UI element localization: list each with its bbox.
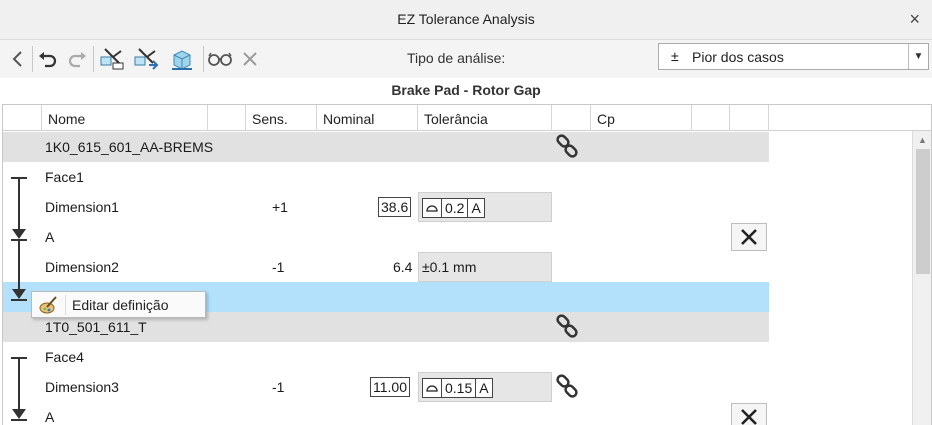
tolerance-text: ±0.1 mm — [422, 259, 477, 275]
tolerance-cell[interactable]: 0.15 A — [418, 372, 552, 402]
chain-arrow-icon — [12, 289, 26, 299]
dimension-name: Dimension1 — [45, 199, 119, 215]
analysis-title: Brake Pad - Rotor Gap — [391, 82, 541, 98]
table-row[interactable]: Face1 — [3, 162, 769, 192]
header-icon-column — [3, 105, 42, 131]
datum-name: A — [45, 409, 55, 425]
analysis-type-value: Pior dos casos — [692, 49, 784, 65]
table-row[interactable]: Dimension3 -1 11.00 0.15 A — [3, 372, 769, 402]
datum-ref: A — [471, 200, 481, 216]
link-icon[interactable] — [554, 314, 580, 340]
tolerance-value: 0.15 — [442, 379, 477, 397]
window-title: EZ Tolerance Analysis — [397, 11, 535, 27]
close-icon — [741, 229, 757, 245]
edit-definition-menu-item[interactable]: Editar definição — [72, 297, 169, 313]
nominal-value[interactable]: 38.6 — [378, 197, 412, 217]
nominal-value[interactable]: 11.00 — [370, 377, 410, 397]
chevron-down-icon[interactable]: ▼ — [908, 44, 928, 69]
remove-button[interactable] — [731, 223, 767, 251]
redo-icon[interactable] — [63, 45, 91, 73]
profile-icon — [423, 379, 442, 397]
context-menu: Editar definição — [31, 291, 206, 318]
tolerance-frame: 0.15 A — [422, 378, 493, 398]
tolerance-cell[interactable]: ±0.1 mm — [418, 252, 552, 282]
sens-value: -1 — [272, 259, 285, 275]
close-icon[interactable]: × — [909, 9, 920, 30]
chain-arrow-icon — [12, 409, 26, 419]
face-name: Face4 — [45, 349, 84, 365]
chain-end-icon — [11, 419, 27, 421]
table-row[interactable]: Dimension1 +1 38.6 0.2 A — [3, 192, 769, 222]
table-row[interactable]: A — [3, 402, 769, 425]
add-chain-icon[interactable] — [132, 45, 160, 73]
table-row[interactable]: Face4 — [3, 342, 769, 372]
header-nominal[interactable]: Nominal — [317, 105, 418, 131]
add-contact-icon[interactable] — [98, 45, 126, 73]
tolerance-frame: 0.2 A — [422, 198, 485, 218]
header-tolerance[interactable]: Tolerância — [418, 105, 552, 131]
back-icon[interactable] — [4, 45, 32, 73]
title-bar: EZ Tolerance Analysis × — [0, 0, 932, 40]
delete-icon[interactable] — [236, 45, 264, 73]
undo-icon[interactable] — [34, 45, 62, 73]
chain-end-icon — [11, 299, 27, 301]
header-cp[interactable]: Cp — [591, 105, 692, 131]
group-name: 1T0_501_611_T — [45, 319, 147, 335]
scroll-thumb[interactable] — [916, 149, 930, 274]
nominal-value[interactable]: 6.4 — [393, 259, 412, 275]
datum-name: A — [45, 229, 55, 245]
header-link — [552, 105, 591, 131]
menu-separator — [65, 295, 66, 315]
scroll-up-icon[interactable]: ▲ — [918, 135, 927, 145]
chain-line — [18, 239, 20, 289]
group-name: 1K0_615_601_AA-BREMS — [45, 139, 214, 155]
header-name[interactable]: Nome — [42, 105, 208, 131]
profile-icon — [423, 199, 442, 217]
close-icon — [741, 409, 757, 425]
chain-line — [18, 357, 20, 409]
header-extra-1 — [692, 105, 730, 131]
link-icon[interactable] — [554, 374, 580, 400]
dimension-name: Dimension2 — [45, 259, 119, 275]
vertical-scrollbar[interactable]: ▲ — [912, 131, 931, 425]
tolerance-value: 0.2 — [442, 199, 469, 217]
sens-value: +1 — [272, 199, 288, 215]
table-header: Nome Sens. Nominal Tolerância Cp — [3, 105, 931, 131]
glasses-icon[interactable] — [206, 45, 234, 73]
analysis-type-label: Tipo de análise: — [407, 50, 506, 66]
link-icon[interactable] — [554, 134, 580, 160]
sens-value: -1 — [272, 379, 285, 395]
cube-icon[interactable] — [168, 45, 196, 73]
table-row[interactable]: A — [3, 222, 769, 252]
face-name: Face1 — [45, 169, 84, 185]
plus-minus-icon: ± — [671, 48, 679, 64]
remove-button[interactable] — [731, 403, 767, 425]
datum-ref: A — [479, 380, 489, 396]
dimension-name: Dimension3 — [45, 379, 119, 395]
chain-line — [18, 177, 20, 229]
header-extra-2 — [730, 105, 769, 131]
chain-arrow-icon — [12, 229, 26, 239]
analysis-type-select[interactable]: ± Pior dos casos ▼ — [658, 43, 929, 70]
tolerance-table: Nome Sens. Nominal Tolerância Cp 1K0_615… — [2, 104, 932, 425]
header-spacer — [208, 105, 246, 131]
table-row[interactable]: Dimension2 -1 6.4 ±0.1 mm — [3, 252, 769, 282]
header-sens[interactable]: Sens. — [246, 105, 317, 131]
table-row[interactable]: 1K0_615_601_AA-BREMS — [3, 132, 769, 162]
edit-definition-icon — [39, 296, 57, 314]
tolerance-cell[interactable]: 0.2 A — [418, 192, 552, 222]
